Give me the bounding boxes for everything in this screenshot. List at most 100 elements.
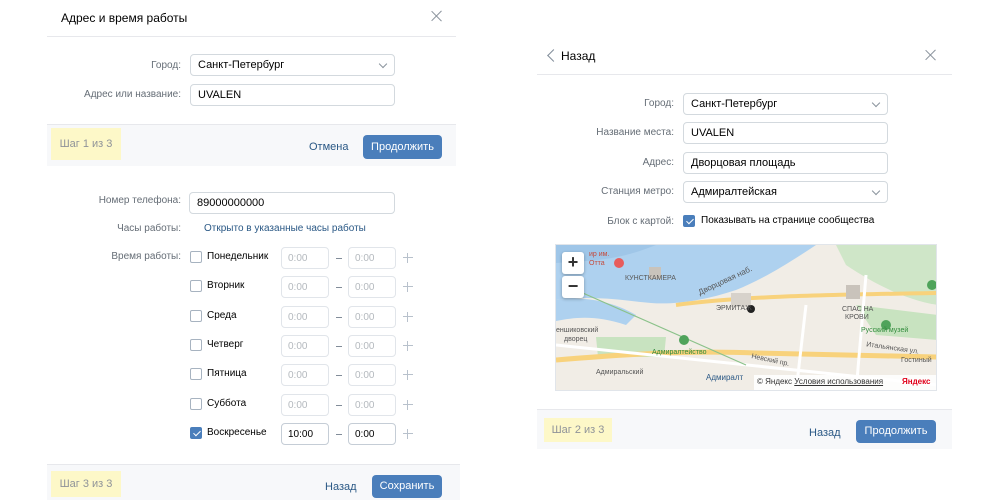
step2-header[interactable]: Назад	[537, 40, 952, 75]
day-checkbox[interactable]	[190, 339, 202, 351]
add-interval-icon[interactable]	[403, 341, 413, 351]
terms-link[interactable]: Условия использования	[794, 377, 883, 386]
map-label: СПАС НА	[842, 306, 874, 313]
day-label[interactable]: Среда	[207, 310, 237, 321]
range-dash	[336, 375, 342, 376]
close-icon[interactable]	[925, 49, 937, 61]
time-to-input[interactable]: 0:00	[348, 394, 396, 416]
day-label[interactable]: Четверг	[207, 339, 243, 350]
city-select[interactable]: Санкт-Петербург	[190, 54, 395, 76]
city-label-2: Город:	[644, 98, 674, 109]
phone-label: Номер телефона:	[98, 195, 181, 206]
hours-mode-link[interactable]: Открыто в указанные часы работы	[204, 223, 366, 234]
name-label: Адрес или название:	[84, 89, 181, 100]
step3-footer: Шаг 3 из 3 Назад Сохранить	[47, 464, 460, 500]
metro-select-value: Адмиралтейская	[691, 186, 777, 198]
place-input[interactable]: UVALEN	[683, 122, 888, 144]
day-label[interactable]: Понедельник	[207, 251, 268, 262]
continue-button[interactable]: Продолжить	[363, 135, 442, 159]
map-label: еншиковский	[556, 327, 599, 334]
map-label: Адмиралт	[706, 373, 744, 382]
day-checkbox[interactable]	[190, 398, 202, 410]
map-label: Русский музей	[861, 327, 909, 334]
range-dash	[336, 258, 342, 259]
city-label: Город:	[151, 60, 181, 71]
metro-select[interactable]: Адмиралтейская	[683, 181, 888, 203]
zoom-in-button[interactable]: +	[562, 252, 584, 274]
step2-footer: Шаг 2 из 3 Назад Продолжить	[537, 409, 952, 449]
chevron-left-icon[interactable]	[547, 49, 560, 62]
time-to-input[interactable]: 0:00	[348, 423, 396, 445]
map-block-checkbox[interactable]	[683, 215, 695, 227]
day-checkbox[interactable]	[190, 368, 202, 380]
time-from-input[interactable]: 0:00	[281, 335, 329, 357]
add-interval-icon[interactable]	[403, 282, 413, 292]
map-label: Адмиральский	[596, 369, 644, 376]
map-label: Адмиралтейство	[652, 349, 707, 356]
map-block-label: Блок с картой:	[607, 216, 674, 227]
back-title[interactable]: Назад	[561, 49, 595, 63]
step1-dialog: Адрес и время работы Город: Санкт-Петерб…	[47, 0, 456, 166]
step-indicator: Шаг 3 из 3	[51, 471, 121, 497]
add-interval-icon[interactable]	[403, 312, 413, 322]
metro-label: Станция метро:	[601, 186, 674, 197]
step1-footer: Шаг 1 из 3 Отмена Продолжить	[47, 124, 456, 166]
add-interval-icon[interactable]	[403, 370, 413, 380]
phone-input[interactable]: 89000000000	[189, 192, 395, 214]
place-input-value: UVALEN	[691, 127, 735, 139]
add-interval-icon[interactable]	[403, 429, 413, 439]
continue-button[interactable]: Продолжить	[856, 420, 936, 443]
map-label: Отта	[589, 260, 605, 267]
add-interval-icon[interactable]	[403, 253, 413, 263]
day-checkbox[interactable]	[190, 310, 202, 322]
chevron-down-icon	[378, 59, 388, 69]
yandex-logo: Яндекс	[902, 377, 931, 386]
range-dash	[336, 346, 342, 347]
time-to-input[interactable]: 0:00	[348, 306, 396, 328]
save-button[interactable]: Сохранить	[372, 475, 442, 498]
day-checkbox[interactable]	[190, 251, 202, 263]
time-from-input[interactable]: 0:00	[281, 306, 329, 328]
time-from-input[interactable]: 0:00	[281, 364, 329, 386]
city-select-2-value: Санкт-Петербург	[691, 98, 778, 110]
chevron-down-icon	[871, 186, 881, 196]
close-icon[interactable]	[431, 10, 443, 22]
add-interval-icon[interactable]	[403, 400, 413, 410]
day-label[interactable]: Воскресенье	[207, 427, 267, 438]
back-button[interactable]: Назад	[325, 481, 357, 493]
map-label: КРОВИ	[845, 314, 869, 321]
map-label: Гостиный	[901, 357, 932, 364]
day-label[interactable]: Вторник	[207, 280, 244, 291]
map-block-checkbox-label[interactable]: Показывать на странице сообщества	[701, 215, 874, 226]
time-from-input[interactable]: 0:00	[281, 394, 329, 416]
time-from-input[interactable]: 10:00	[281, 423, 329, 445]
name-input[interactable]: UVALEN	[190, 84, 395, 106]
time-from-input[interactable]: 0:00	[281, 276, 329, 298]
cancel-button[interactable]: Отмена	[309, 141, 348, 153]
day-checkbox[interactable]	[190, 427, 202, 439]
address-label: Адрес:	[642, 157, 674, 168]
day-label[interactable]: Суббота	[207, 398, 246, 409]
back-button[interactable]: Назад	[809, 427, 841, 439]
time-to-input[interactable]: 0:00	[348, 364, 396, 386]
range-dash	[336, 287, 342, 288]
time-to-input[interactable]: 0:00	[348, 247, 396, 269]
time-to-input[interactable]: 0:00	[348, 335, 396, 357]
range-dash	[336, 434, 342, 435]
day-checkbox[interactable]	[190, 280, 202, 292]
place-label: Название места:	[596, 127, 674, 138]
step3-dialog: Номер телефона: 89000000000 Часы работы:…	[47, 186, 460, 500]
address-input-value: Дворцовая площадь	[691, 157, 796, 169]
time-to-input[interactable]: 0:00	[348, 276, 396, 298]
zoom-out-button[interactable]: −	[562, 276, 584, 298]
address-input[interactable]: Дворцовая площадь	[683, 152, 888, 174]
map-label: КУНСТКАМЕРА	[625, 275, 676, 282]
map-widget[interactable]: + − ир им. Отта КУНСТКАМЕРА Дворцовая на…	[555, 244, 937, 391]
step-indicator: Шаг 2 из 3	[544, 418, 612, 442]
map-label: ЭРМИТАЖ	[716, 305, 752, 312]
time-from-input[interactable]: 0:00	[281, 247, 329, 269]
city-select-2[interactable]: Санкт-Петербург	[683, 93, 888, 115]
map-label: ир им.	[589, 251, 610, 258]
day-label[interactable]: Пятница	[207, 368, 247, 379]
name-input-value: UVALEN	[198, 89, 242, 101]
